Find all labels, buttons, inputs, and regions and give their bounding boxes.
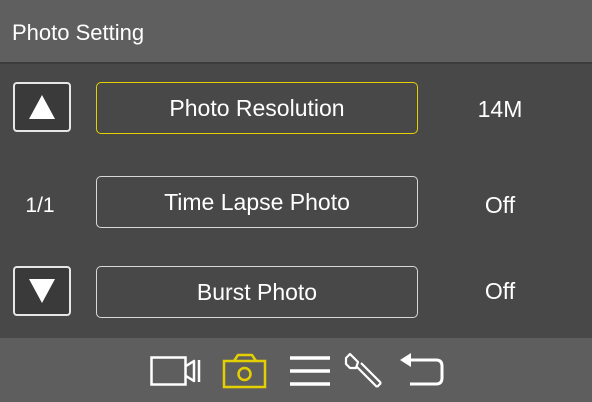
time-lapse-photo-value: Off <box>484 192 516 218</box>
burst-photo-value: Off <box>484 278 516 304</box>
page-indicator: 1/1 <box>25 194 55 217</box>
menu-icon[interactable] <box>290 354 330 388</box>
scroll-up-button[interactable] <box>13 82 71 132</box>
arrow-down-icon <box>29 279 55 303</box>
menu-item-photo-resolution[interactable]: Photo Resolution <box>96 82 418 134</box>
menu-item-label: Time Lapse Photo <box>164 188 350 215</box>
return-icon[interactable] <box>398 350 446 390</box>
menu-item-burst-photo[interactable]: Burst Photo <box>96 266 418 318</box>
menu-item-label: Burst Photo <box>196 278 318 305</box>
menu-item-time-lapse-photo[interactable]: Time Lapse Photo <box>96 176 418 228</box>
header-bar: Photo Setting <box>0 0 592 64</box>
menu-item-label: Photo Resolution <box>169 94 345 121</box>
photo-camera-icon[interactable] <box>222 352 268 390</box>
settings-list: 1/1 Photo Resolution 14M Time Lapse Phot… <box>0 64 592 338</box>
arrow-up-icon <box>29 95 55 119</box>
wrench-icon[interactable] <box>344 350 386 392</box>
bottom-toolbar <box>0 338 592 402</box>
photo-resolution-value: 14M <box>477 96 523 122</box>
scroll-down-button[interactable] <box>13 266 71 316</box>
page-title: Photo Setting <box>12 20 145 45</box>
video-camera-icon[interactable] <box>150 354 202 388</box>
